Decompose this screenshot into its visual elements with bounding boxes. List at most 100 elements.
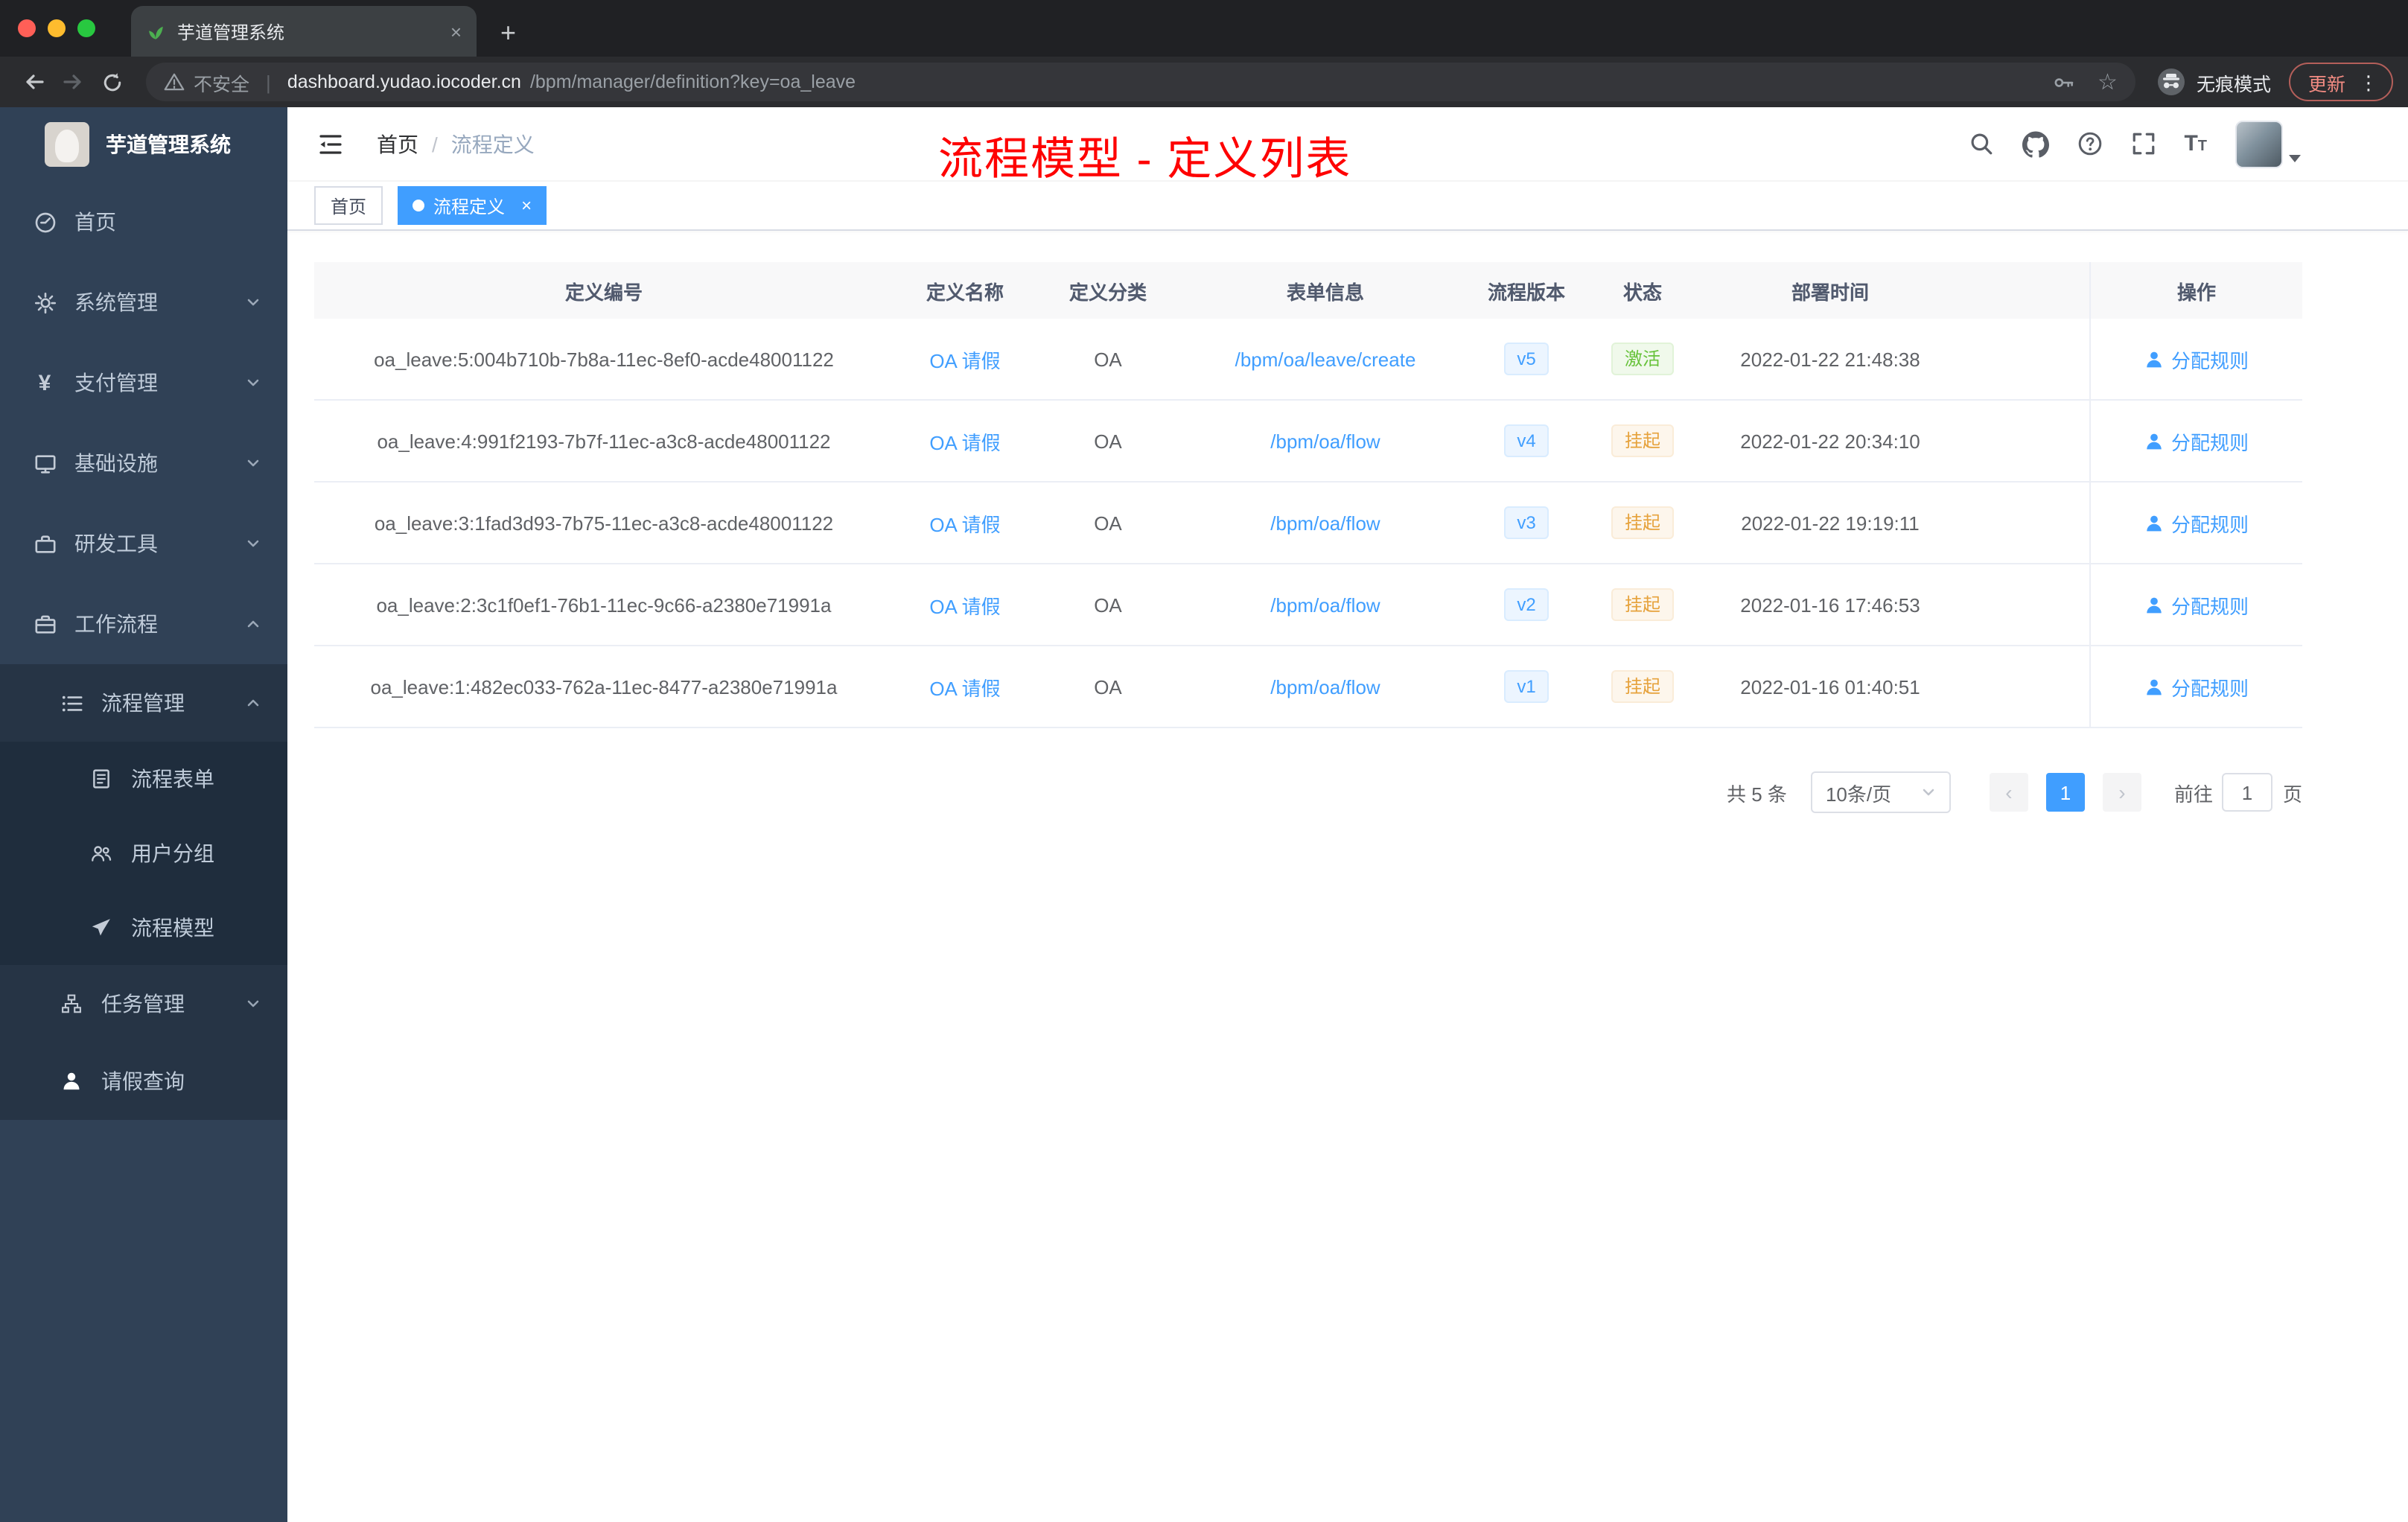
sidebar-item-process-management[interactable]: 流程管理 — [0, 664, 287, 742]
omnibox-divider: | — [266, 71, 271, 93]
sidebar-collapse-icon[interactable] — [311, 124, 350, 163]
definition-name-link[interactable]: OA 请假 — [929, 427, 1000, 455]
forward-icon[interactable] — [54, 63, 92, 101]
security-label[interactable]: 不安全 — [194, 68, 249, 96]
browser-window: 芋道管理系统 × + 不安全 | dashboard.yudao.iocoder… — [0, 0, 2408, 1522]
sidebar-item-workflow[interactable]: 工作流程 — [0, 584, 287, 664]
back-icon[interactable] — [15, 63, 54, 101]
new-tab-button[interactable]: + — [500, 19, 516, 46]
reload-icon[interactable] — [92, 63, 131, 101]
breadcrumb-home[interactable]: 首页 — [377, 129, 418, 159]
next-page-button[interactable]: › — [2102, 773, 2141, 812]
filler-cell — [1957, 483, 2089, 563]
tag-process-definition[interactable]: 流程定义 × — [398, 186, 547, 225]
col-header-time: 部署时间 — [1791, 281, 1869, 303]
category-cell: OA — [1094, 512, 1122, 534]
assign-rule-link[interactable]: 分配规则 — [2144, 427, 2249, 455]
chevron-down-icon — [246, 996, 261, 1011]
form-link[interactable]: /bpm/oa/flow — [1270, 512, 1380, 534]
page-size-value: 10条/页 — [1825, 783, 1892, 805]
sidebar-logo: 芋道管理系统 — [0, 107, 287, 182]
table-row: oa_leave:3:1fad3d93-7b75-11ec-a3c8-acde4… — [314, 483, 2302, 564]
person-icon — [2147, 596, 2162, 613]
status-badge: 挂起 — [1611, 424, 1674, 458]
form-link[interactable]: /bpm/oa/flow — [1270, 675, 1380, 698]
breadcrumb: 首页 / 流程定义 — [377, 129, 535, 159]
sidebar-item-process-model[interactable]: 流程模型 — [0, 891, 287, 965]
table-row: oa_leave:1:482ec033-762a-11ec-8477-a2380… — [314, 646, 2302, 728]
assign-rule-link[interactable]: 分配规则 — [2144, 672, 2249, 701]
sidebar-item-home[interactable]: 首页 — [0, 182, 287, 262]
gear-icon — [33, 291, 57, 313]
main-area: 首页 / 流程定义 TT 首页 流程定义 × 定义编号 定义名称 定义分类 表单… — [287, 107, 2408, 1522]
github-icon[interactable] — [2022, 130, 2049, 157]
form-link[interactable]: /bpm/oa/leave/create — [1235, 348, 1416, 370]
filler-cell — [1957, 646, 2089, 727]
sidebar-item-label: 系统管理 — [74, 290, 158, 314]
page-size-select[interactable]: 10条/页 — [1810, 771, 1951, 813]
deploy-time-cell: 2022-01-16 17:46:53 — [1740, 593, 1920, 616]
browser-update-button[interactable]: 更新 ⋮ — [2288, 63, 2393, 101]
avatar[interactable] — [2235, 120, 2283, 168]
form-link[interactable]: /bpm/oa/flow — [1270, 430, 1380, 452]
version-badge: v4 — [1503, 424, 1549, 458]
definition-name-link[interactable]: OA 请假 — [929, 590, 1000, 619]
col-header-status: 状态 — [1622, 281, 1662, 303]
assign-rule-link[interactable]: 分配规则 — [2144, 590, 2249, 619]
status-badge: 挂起 — [1611, 506, 1674, 540]
sidebar-item-system[interactable]: 系统管理 — [0, 262, 287, 343]
definition-id-cell: oa_leave:2:3c1f0ef1-76b1-11ec-9c66-a2380… — [376, 593, 832, 616]
minimize-window-button[interactable] — [48, 19, 66, 37]
chevron-down-icon — [1921, 785, 1936, 800]
sidebar-item-leave-query[interactable]: 请假查询 — [0, 1042, 287, 1120]
goto-page-input[interactable] — [2221, 773, 2272, 812]
sidebar-item-label: 任务管理 — [101, 992, 185, 1016]
chevron-down-icon — [246, 456, 261, 471]
chevron-up-icon — [246, 617, 261, 631]
maximize-window-button[interactable] — [77, 19, 95, 37]
list-icon — [60, 692, 83, 714]
page-unit-label: 页 — [2282, 783, 2302, 805]
person-icon — [2147, 515, 2162, 531]
definition-name-link[interactable]: OA 请假 — [929, 509, 1000, 537]
assign-rule-link[interactable]: 分配规则 — [2144, 345, 2249, 373]
tag-home[interactable]: 首页 — [314, 186, 383, 225]
tags-view: 首页 流程定义 × — [287, 182, 2408, 231]
sidebar-item-infrastructure[interactable]: 基础设施 — [0, 423, 287, 503]
form-link[interactable]: /bpm/oa/flow — [1270, 593, 1380, 616]
help-icon[interactable] — [2077, 131, 2102, 156]
document-icon — [89, 768, 113, 789]
address-bar[interactable]: 不安全 | dashboard.yudao.iocoder.cn/bpm/man… — [146, 63, 2135, 101]
fullscreen-icon[interactable] — [2130, 131, 2156, 156]
sidebar-item-devtools[interactable]: 研发工具 — [0, 503, 287, 584]
definition-table: 定义编号 定义名称 定义分类 表单信息 流程版本 状态 部署时间 操作 oa_l… — [314, 262, 2302, 728]
definition-name-link[interactable]: OA 请假 — [929, 345, 1000, 373]
prev-page-button[interactable]: ‹ — [1989, 773, 2028, 812]
sidebar-item-label: 用户分组 — [131, 841, 214, 865]
tab-close-icon[interactable]: × — [450, 20, 462, 42]
sidebar-item-process-form[interactable]: 流程表单 — [0, 742, 287, 816]
assign-rule-link[interactable]: 分配规则 — [2144, 509, 2249, 537]
sidebar-item-user-group[interactable]: 用户分组 — [0, 816, 287, 891]
person-icon — [2147, 351, 2162, 367]
key-icon[interactable] — [2051, 71, 2074, 93]
bookmark-star-icon[interactable]: ☆ — [2098, 71, 2118, 93]
chevron-up-icon — [246, 695, 261, 710]
browser-menu-icon[interactable]: ⋮ — [2359, 72, 2378, 92]
search-icon[interactable] — [1968, 131, 1993, 156]
browser-tabstrip: 芋道管理系统 × + — [0, 0, 2408, 57]
breadcrumb-current: 流程定义 — [450, 132, 535, 156]
dashboard-icon — [33, 211, 57, 233]
page-number-button[interactable]: 1 — [2045, 773, 2085, 812]
update-label[interactable]: 更新 — [2308, 68, 2345, 96]
font-size-icon[interactable]: TT — [2184, 133, 2207, 155]
sidebar-item-task-management[interactable]: 任务管理 — [0, 965, 287, 1042]
incognito-label: 无痕模式 — [2196, 74, 2271, 95]
tag-close-icon[interactable]: × — [521, 197, 532, 214]
user-menu[interactable] — [2235, 120, 2301, 168]
definition-name-link[interactable]: OA 请假 — [929, 672, 1000, 701]
close-window-button[interactable] — [18, 19, 36, 37]
browser-tab[interactable]: 芋道管理系统 × — [131, 6, 477, 57]
definition-id-cell: oa_leave:1:482ec033-762a-11ec-8477-a2380… — [370, 675, 838, 698]
sidebar-item-payment[interactable]: ¥ 支付管理 — [0, 343, 287, 423]
